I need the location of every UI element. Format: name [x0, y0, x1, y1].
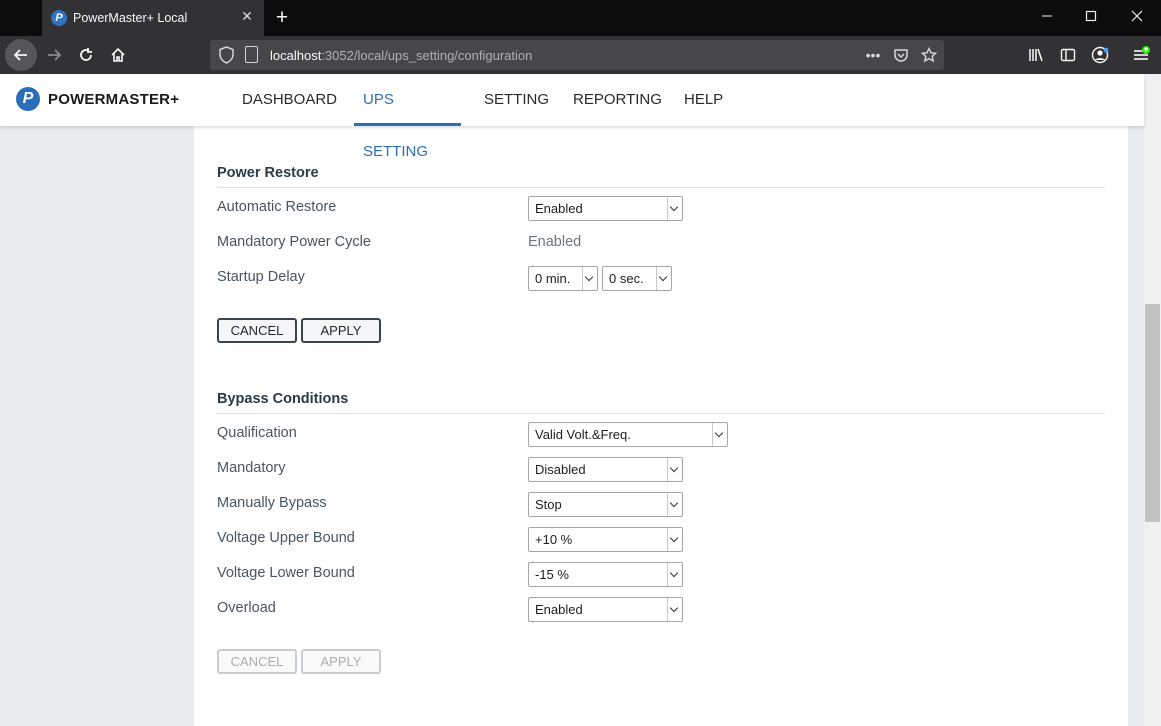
mandatory-label: Mandatory [217, 460, 286, 476]
voltage-upper-bound-select[interactable]: +10 % [528, 527, 683, 552]
qualification-select[interactable]: Valid Volt.&Freq. [528, 422, 728, 447]
startup-delay-label: Startup Delay [217, 269, 305, 285]
app-menu-icon[interactable] [1125, 39, 1157, 71]
qualification-label: Qualification [217, 425, 297, 441]
voltage-lower-bound-label: Voltage Lower Bound [217, 565, 355, 581]
page-actions-icon[interactable]: ••• [862, 44, 884, 66]
left-sidebar [0, 126, 194, 726]
chevron-down-icon [667, 598, 682, 621]
bypass-apply-button[interactable]: APPLY [301, 649, 381, 674]
library-icon[interactable] [1020, 39, 1052, 71]
logo-text: POWERMASTER+ [48, 91, 180, 108]
close-tab-icon[interactable]: ✕ [239, 8, 255, 24]
menu-dashboard[interactable]: DASHBOARD [242, 74, 337, 126]
automatic-restore-select[interactable]: Enabled [528, 196, 683, 221]
voltage-lower-bound-select[interactable]: -15 % [528, 562, 683, 587]
chevron-down-icon [667, 458, 682, 481]
menu-help[interactable]: HELP [684, 74, 723, 126]
section-divider [217, 413, 1105, 414]
chevron-down-icon [667, 563, 682, 586]
power-restore-cancel-button[interactable]: CANCEL [217, 318, 297, 343]
startup-delay-seconds-select[interactable]: 0 sec. [602, 266, 672, 291]
chevron-down-icon [582, 267, 597, 290]
startup-delay-minutes-select[interactable]: 0 min. [528, 266, 598, 291]
page-scrollbar[interactable] [1144, 74, 1161, 726]
chevron-down-icon [667, 528, 682, 551]
chevron-down-icon [712, 423, 727, 446]
forward-arrow-icon[interactable] [38, 39, 70, 71]
manually-bypass-label: Manually Bypass [217, 495, 327, 511]
address-bar[interactable]: localhost:3052/local/ups_setting/configu… [210, 40, 944, 70]
mandatory-power-cycle-value: Enabled [528, 234, 582, 250]
menu-reporting[interactable]: REPORTING [573, 74, 662, 126]
overload-select[interactable]: Enabled [528, 597, 683, 622]
bookmark-star-icon[interactable] [918, 44, 940, 66]
browser-titlebar: P PowerMaster+ Local ✕ + [0, 0, 1161, 36]
bypass-conditions-title: Bypass Conditions [217, 391, 349, 407]
pocket-icon[interactable] [890, 44, 912, 66]
manually-bypass-select[interactable]: Stop [528, 492, 683, 517]
bypass-cancel-button[interactable]: CANCEL [217, 649, 297, 674]
minimize-icon[interactable] [1024, 0, 1070, 34]
reload-icon[interactable] [70, 39, 102, 71]
powermaster-favicon-icon: P [51, 10, 67, 26]
close-window-icon[interactable] [1114, 0, 1160, 34]
automatic-restore-label: Automatic Restore [217, 199, 337, 215]
chevron-down-icon [656, 267, 671, 290]
account-icon[interactable] [1084, 39, 1116, 71]
page-info-icon[interactable] [245, 46, 258, 63]
chevron-down-icon [667, 197, 682, 220]
overload-label: Overload [217, 600, 276, 616]
browser-navbar: localhost:3052/local/ups_setting/configu… [0, 36, 1161, 74]
url-text[interactable]: localhost:3052/local/ups_setting/configu… [270, 48, 532, 63]
scrollbar-thumb[interactable] [1145, 304, 1160, 522]
menu-setting[interactable]: SETTING [484, 74, 549, 126]
power-restore-title: Power Restore [217, 165, 319, 181]
tab-title: PowerMaster+ Local [73, 11, 188, 25]
app-header: P POWERMASTER+ DASHBOARD UPS SETTING SET… [0, 74, 1144, 160]
tracking-shield-icon[interactable] [218, 46, 235, 64]
browser-tab[interactable]: P PowerMaster+ Local ✕ [42, 0, 264, 36]
back-arrow-icon[interactable] [5, 39, 37, 71]
home-icon[interactable] [102, 39, 134, 71]
mandatory-select[interactable]: Disabled [528, 457, 683, 482]
mandatory-power-cycle-label: Mandatory Power Cycle [217, 234, 371, 250]
new-tab-icon[interactable]: + [268, 4, 296, 32]
menu-ups-setting[interactable]: UPS SETTING [354, 74, 461, 160]
voltage-upper-bound-label: Voltage Upper Bound [217, 530, 355, 546]
powermaster-logo-icon: P [16, 87, 40, 111]
chevron-down-icon [667, 493, 682, 516]
maximize-icon[interactable] [1068, 0, 1114, 34]
right-gutter [1128, 126, 1144, 726]
sidebar-toggle-icon[interactable] [1052, 39, 1084, 71]
power-restore-apply-button[interactable]: APPLY [301, 318, 381, 343]
section-divider [217, 187, 1105, 188]
